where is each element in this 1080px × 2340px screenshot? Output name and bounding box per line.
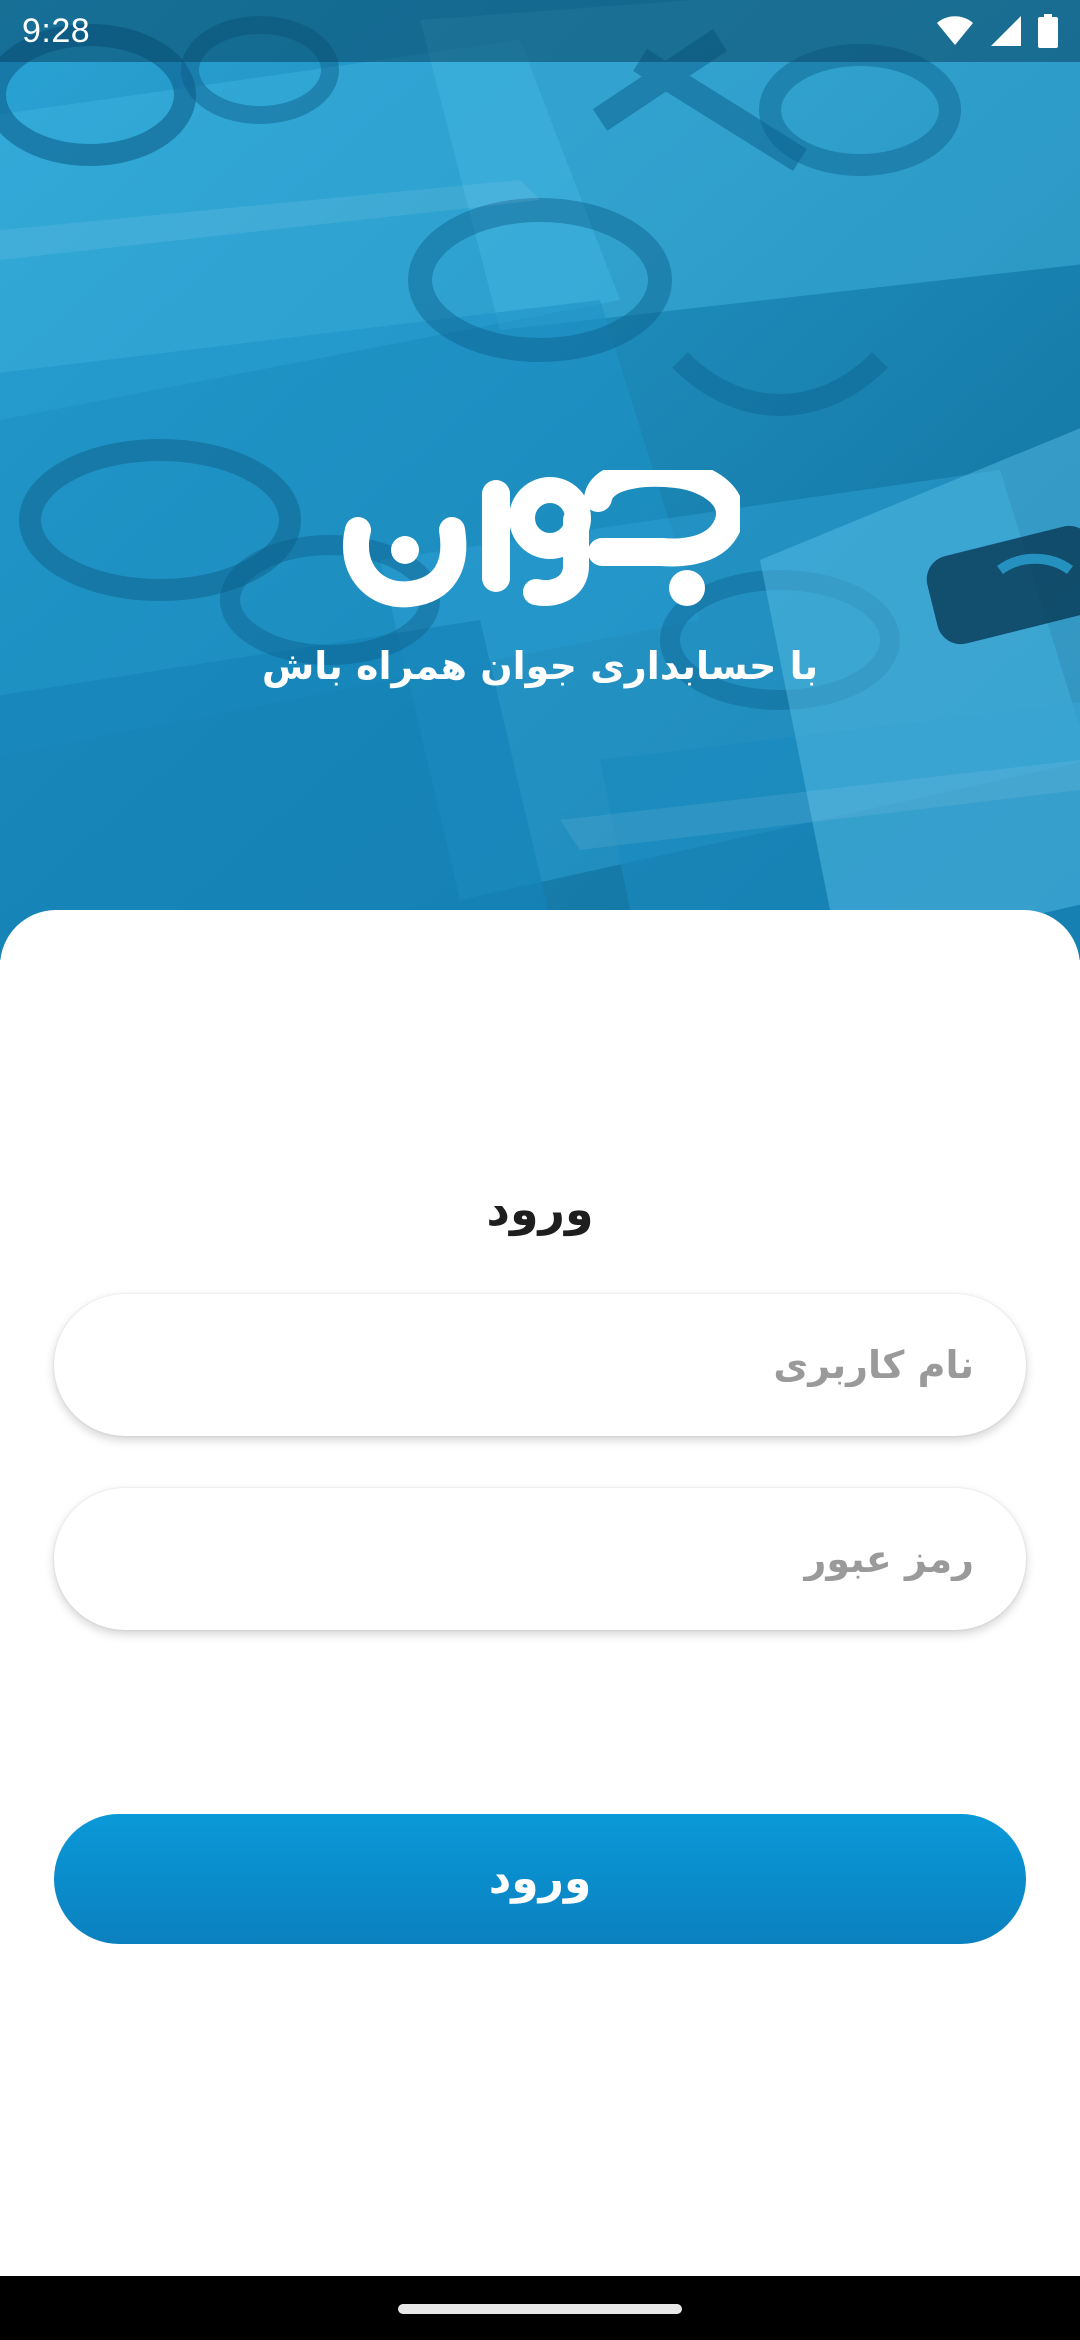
password-field bbox=[54, 1488, 1026, 1630]
status-bar: 9:28 bbox=[0, 0, 1080, 62]
login-card: ورود ورود bbox=[0, 910, 1080, 2276]
cellular-signal-icon bbox=[991, 16, 1021, 46]
hero-tagline: با حسابداری جوان همراه باش bbox=[261, 644, 819, 688]
login-button[interactable]: ورود bbox=[54, 1814, 1026, 1944]
login-screen: 9:28 با حسابداری جوان همراه باش ورود نام… bbox=[0, 0, 1080, 2340]
javan-logo bbox=[343, 470, 740, 608]
username-input[interactable] bbox=[54, 1294, 1026, 1436]
status-time: 9:28 bbox=[22, 12, 91, 50]
login-title: ورود bbox=[486, 1182, 594, 1236]
username-field bbox=[54, 1294, 1026, 1436]
home-indicator[interactable] bbox=[398, 2304, 682, 2314]
navigation-bar bbox=[0, 2276, 1080, 2340]
battery-icon bbox=[1038, 14, 1058, 48]
wifi-icon bbox=[937, 16, 973, 45]
status-icons bbox=[936, 14, 1058, 48]
password-input[interactable] bbox=[54, 1488, 1026, 1630]
